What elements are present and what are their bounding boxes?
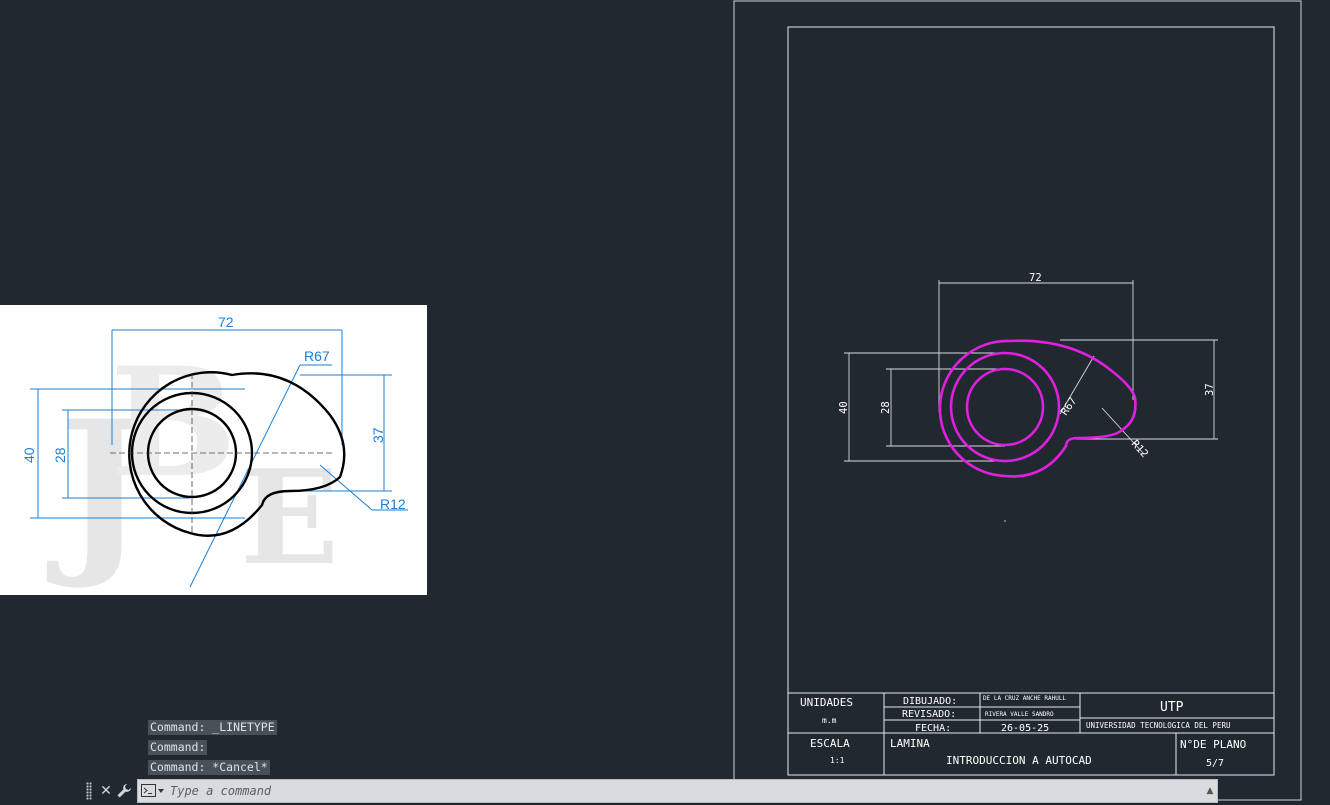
close-icon[interactable]: ✕ <box>97 781 115 801</box>
command-history-line: Command: <box>148 740 208 755</box>
dim-width: 72 <box>1029 272 1042 284</box>
dibujado-value: DE LA CRUZ ANCHE RAHULL <box>983 695 1066 702</box>
title-block[interactable]: UNIDADES m.m DIBUJADO: REVISADO: FECHA: … <box>787 692 1275 776</box>
reference-image[interactable]: J B E 72 R67 R12 37 40 28 <box>0 305 427 595</box>
dimension-lines <box>844 280 1218 462</box>
expand-history-icon[interactable]: ▲ <box>1203 786 1217 796</box>
watermark-letter-e: E <box>240 441 339 594</box>
plano-label: N°DE PLANO <box>1180 738 1246 751</box>
sheet-inner-border <box>787 26 1275 776</box>
ref-dim-radius-large: R67 <box>304 348 330 364</box>
org-full: UNIVERSIDAD TECNOLOGICA DEL PERU <box>1086 721 1231 730</box>
dibujado-label: DIBUJADO: <box>903 696 957 707</box>
ref-dim-height-inner: 28 <box>52 447 68 463</box>
dim-height-right: 37 <box>1204 383 1216 396</box>
part-geometry[interactable] <box>938 339 1137 478</box>
org-short: UTP <box>1160 700 1184 715</box>
revisado-label: REVISADO: <box>902 709 956 720</box>
ref-dim-width: 72 <box>218 314 234 330</box>
command-input-container[interactable]: ▲ <box>137 779 1218 803</box>
ref-dim-height-right: 37 <box>370 427 386 443</box>
fecha-label: FECHA: <box>915 723 951 734</box>
ref-dim-height-outer: 40 <box>21 447 37 463</box>
escala-label: ESCALA <box>810 737 850 750</box>
unidades-label: UNIDADES <box>800 696 853 709</box>
command-prompt-icon[interactable] <box>138 784 168 798</box>
fecha-value: 26-05-25 <box>1001 723 1049 734</box>
command-history-line: Command: *Cancel* <box>148 760 270 775</box>
command-bar: ✕ ▲ <box>86 779 1218 803</box>
dim-radius-small: R12 <box>1129 438 1151 460</box>
plano-value: 5/7 <box>1206 758 1224 769</box>
lamina-value: INTRODUCCION A AUTOCAD <box>946 754 1092 767</box>
sheet-outer-border <box>733 0 1302 801</box>
command-history: Command: _LINETYPE Command: Command: *Ca… <box>148 720 277 780</box>
drag-handle-icon[interactable] <box>86 782 92 800</box>
dim-height-outer: 40 <box>838 401 850 414</box>
escala-value: 1:1 <box>830 756 845 765</box>
revisado-value: RIVERA VALLE SANDRO <box>985 711 1054 718</box>
dim-radius-large: R67 <box>1059 395 1080 417</box>
reference-drawing: J B E 72 R67 R12 37 40 28 <box>21 314 408 594</box>
ref-dim-radius-small: R12 <box>380 496 406 512</box>
lamina-label: LAMINA <box>890 737 930 750</box>
watermark-letter-b: B <box>110 335 237 511</box>
wrench-icon[interactable] <box>115 781 133 801</box>
command-history-line: Command: _LINETYPE <box>148 720 277 735</box>
command-input[interactable] <box>168 783 1203 799</box>
dim-height-inner: 28 <box>880 401 892 414</box>
unidades-value: m.m <box>822 716 837 725</box>
